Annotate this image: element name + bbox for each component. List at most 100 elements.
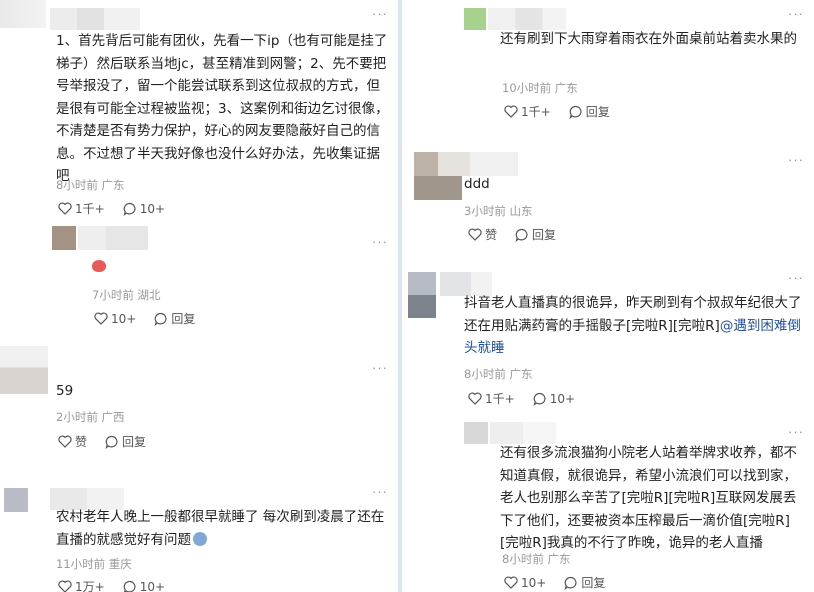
comment-actions: 10+ 回复 [94,310,213,327]
comment-card: ··· 抖音老人直播真的很诡异，昨天刷到有个叔叔年纪很大了还在用贴满药膏的手摇骰… [402,266,814,412]
heart-icon [504,576,518,589]
avatar[interactable] [464,422,488,444]
comment-card: ··· 1、首先背后可能有团伙，先看一下ip（也有可能是挂了梯子）然后联系当地j… [0,0,398,220]
like-button[interactable]: 10+ [504,576,546,590]
comment-time: 8小时前 [56,178,98,192]
like-count: 1万+ [75,580,105,592]
like-count: 10+ [521,575,547,590]
comment-actions: 1千+ 10+ [58,200,183,217]
more-options-icon[interactable]: ··· [788,424,804,439]
more-options-icon[interactable]: ··· [372,360,388,375]
comment-bubble-icon [533,392,546,406]
avatar[interactable] [0,0,46,28]
comment-text: 59 [56,383,74,399]
comment-actions: 1千+ 10+ [468,390,593,407]
like-count: 10+ [111,311,137,326]
comment-bubble-icon [123,202,136,216]
comment-card: ··· 还有很多流浪猫狗小院老人站着举牌求收养，都不知道真假，就很诡异，希望小流… [402,418,814,592]
like-button[interactable]: 赞 [58,433,87,450]
comment-time: 8小时前 [502,552,544,566]
avatar[interactable] [0,346,48,394]
like-label: 赞 [485,228,498,242]
comment-location: 广东 [547,552,571,566]
comment-meta: 11小时前 重庆 [56,556,132,572]
heart-icon [58,202,72,215]
heart-icon [468,392,482,405]
comment-card: ··· 59 2小时前 广西 赞 回复 [0,340,398,460]
comment-card: ··· 7小时前 湖北 10+ 回复 [0,222,398,332]
comment-actions: 赞 回复 [468,226,574,243]
reply-button[interactable]: 10+ [123,580,165,592]
more-options-icon[interactable]: ··· [788,152,804,167]
avatar[interactable] [4,488,28,512]
reply-label: 回复 [122,435,147,449]
comment-location: 广东 [101,178,125,192]
comment-location: 山东 [509,204,533,218]
username-blurred[interactable] [490,422,556,444]
comment-location: 广西 [101,410,125,424]
comment-bubble-icon [515,228,528,242]
avatar[interactable] [52,226,76,250]
comment-bubble-icon [569,105,582,119]
comment-time: 11小时前 [56,557,106,571]
like-button[interactable]: 1万+ [58,578,105,592]
more-options-icon[interactable]: ··· [372,6,388,21]
username-blurred[interactable] [488,8,566,30]
comment-card: ··· 还有刷到下大雨穿着雨衣在外面桌前站着卖水果的 10小时前 广东 1千+ … [402,0,814,130]
reply-button[interactable]: 回复 [154,310,195,327]
more-options-icon[interactable]: ··· [788,270,804,285]
reply-button[interactable]: 回复 [569,103,610,120]
comment-text: 还有刷到下大雨穿着雨衣在外面桌前站着卖水果的 [500,31,797,47]
heart-icon [58,435,72,448]
username-blurred[interactable] [78,226,148,250]
comment-text: ddd [464,176,490,192]
more-options-icon[interactable]: ··· [788,6,804,21]
more-options-icon[interactable]: ··· [372,234,388,249]
avatar[interactable] [464,8,486,30]
comment-location: 湖北 [137,288,161,302]
reply-label: 回复 [171,312,196,326]
comment-meta: 10小时前 广东 [502,80,578,96]
like-count: 1千+ [485,392,515,406]
username-blurred[interactable] [50,8,140,30]
hand-icon [92,260,106,272]
reply-count: 10+ [139,579,166,592]
like-button[interactable]: 赞 [468,226,497,243]
heart-icon [504,105,518,118]
comment-time: 8小时前 [464,367,506,381]
comment-text: 抖音老人直播真的很诡异，昨天刷到有个叔叔年纪很大了还在用贴满药膏的手摇骰子[完啦… [464,295,802,356]
comment-location: 广东 [509,367,533,381]
like-button[interactable]: 1千+ [468,390,515,407]
like-button[interactable]: 1千+ [504,103,551,120]
reply-count: 10+ [549,391,576,406]
comment-meta: 8小时前 广东 [464,366,532,382]
comment-meta: 8小时前 广东 [502,551,570,567]
worried-face-icon [193,531,207,546]
reply-button[interactable]: 10+ [123,202,165,216]
reply-button[interactable]: 10+ [533,392,575,406]
reply-label: 回复 [585,105,610,119]
comment-location: 广东 [554,81,578,95]
avatar[interactable] [408,272,436,318]
reply-button[interactable]: 回复 [564,574,605,591]
right-comment-column: ··· 还有刷到下大雨穿着雨衣在外面桌前站着卖水果的 10小时前 广东 1千+ … [402,0,814,592]
heart-icon [58,580,72,592]
like-label: 赞 [75,435,88,449]
comment-location: 重庆 [108,557,132,571]
comment-actions: 10+ 回复 [504,574,623,591]
reply-count: 10+ [139,201,166,216]
more-options-icon[interactable]: ··· [372,484,388,499]
like-button[interactable]: 10+ [94,312,136,326]
comment-text: 农村老年人晚上一般都很早就睡了 每次刷到凌晨了还在直播的就感觉好有问题 [56,509,385,548]
comment-time: 2小时前 [56,410,98,424]
reply-label: 回复 [532,228,557,242]
reply-button[interactable]: 回复 [105,433,146,450]
comment-time: 10小时前 [502,81,552,95]
comment-card: ··· ddd 3小时前 山东 赞 回复 [402,148,814,258]
reply-label: 回复 [581,576,606,590]
comment-bubble-icon [105,435,118,449]
like-button[interactable]: 1千+ [58,200,105,217]
comment-meta: 3小时前 山东 [464,203,532,219]
reply-button[interactable]: 回复 [515,226,556,243]
comment-meta: 2小时前 广西 [56,409,124,425]
